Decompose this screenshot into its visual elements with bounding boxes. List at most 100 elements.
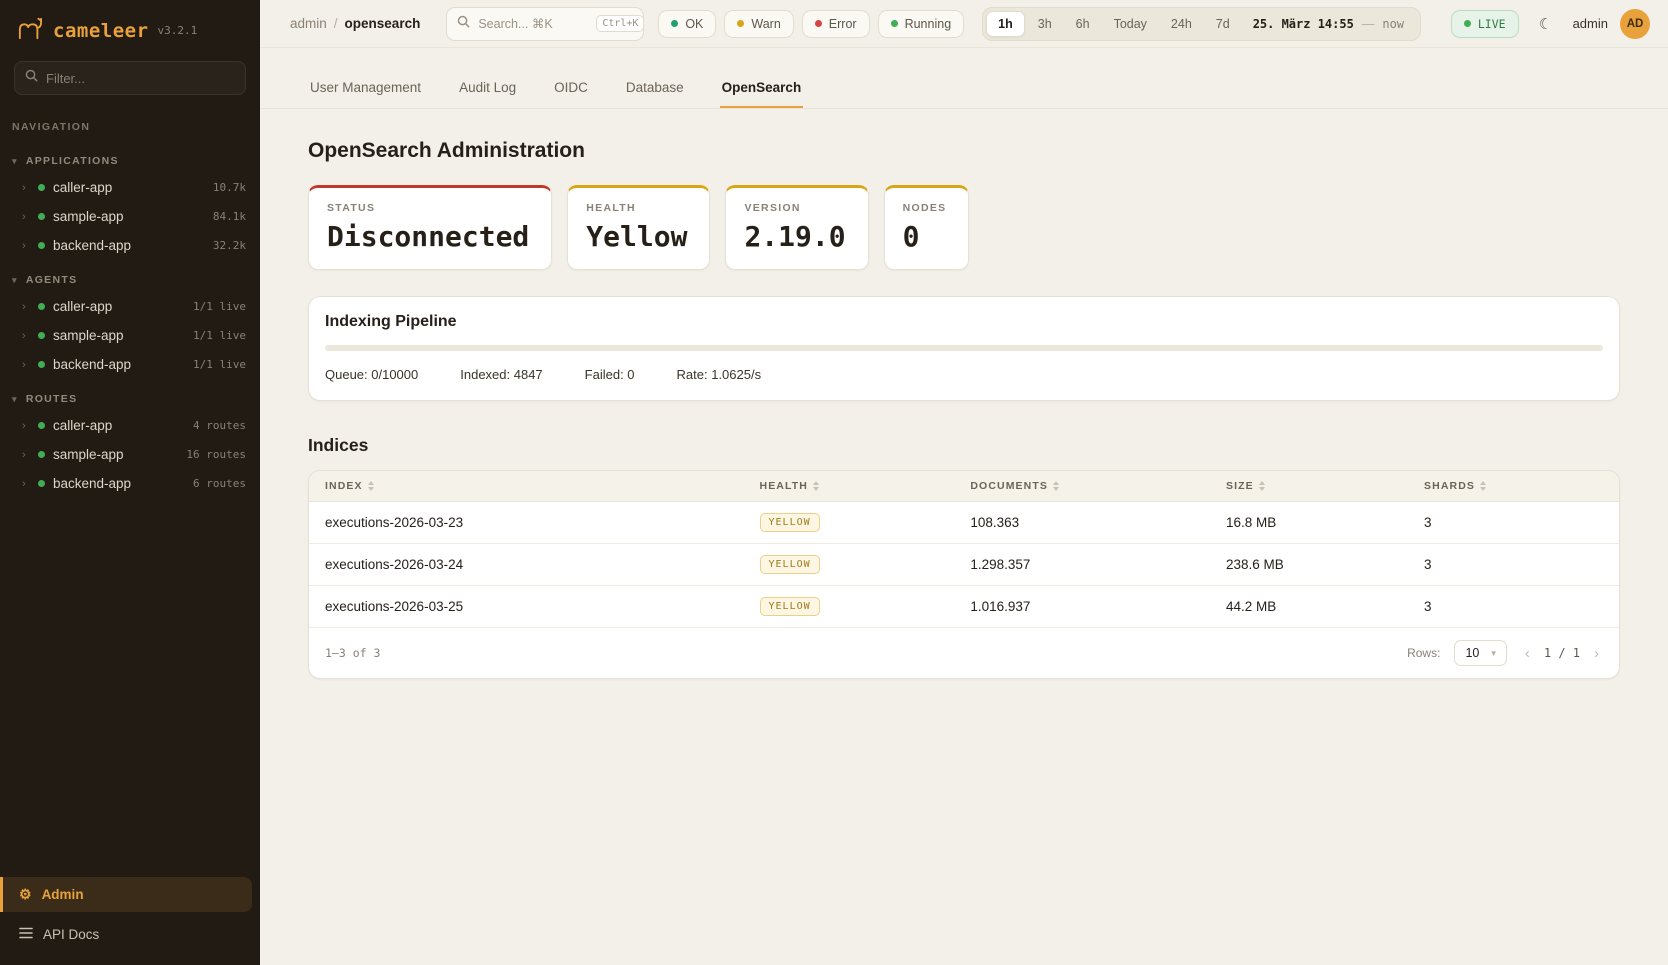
ok-dot-icon [671, 20, 678, 27]
cell-documents: 1.016.937 [970, 599, 1226, 614]
global-search-input[interactable] [478, 17, 588, 31]
breadcrumb-admin[interactable]: admin [290, 16, 327, 31]
sidebar-item-agents-caller-app[interactable]: › caller-app 1/1 live [0, 292, 260, 321]
health-badge: YELLOW [760, 555, 820, 574]
api-docs-label: API Docs [43, 927, 99, 942]
search-icon [457, 15, 470, 33]
sidebar-filter-input[interactable] [46, 71, 235, 86]
app-title: cameleer [53, 20, 149, 42]
column-header-size[interactable]: SIZE [1226, 480, 1424, 492]
section-label: ROUTES [26, 393, 78, 405]
main-column: admin / opensearch Ctrl+K OK [260, 0, 1668, 965]
stat-label: HEALTH [586, 202, 687, 214]
logo: cameleer v3.2.1 [0, 0, 260, 55]
filter-label: Error [829, 17, 857, 31]
navigation-label: NAVIGATION [0, 109, 260, 141]
tab-database[interactable]: Database [624, 74, 686, 108]
table-row: executions-2026-03-25 YELLOW 1.016.937 4… [309, 586, 1619, 628]
topbar-right: LIVE ☾ admin AD [1451, 9, 1650, 39]
topbar: admin / opensearch Ctrl+K OK [260, 0, 1668, 48]
cell-size: 16.8 MB [1226, 515, 1424, 530]
table-header: INDEX HEALTH DOCUMENTS SIZE [309, 471, 1619, 502]
time-range-today[interactable]: Today [1103, 12, 1158, 36]
breadcrumb-opensearch[interactable]: opensearch [345, 16, 421, 31]
filter-error[interactable]: Error [802, 10, 870, 38]
stat-value: 0 [903, 220, 947, 253]
time-range-7d[interactable]: 7d [1205, 12, 1241, 36]
sidebar-item-routes-sample-app[interactable]: › sample-app 16 routes [0, 440, 260, 469]
status-dot [38, 213, 45, 220]
chevron-down-icon: ▾ [12, 394, 18, 405]
routes-badge: 16 routes [186, 448, 246, 461]
filter-running[interactable]: Running [878, 10, 965, 38]
sidebar-item-routes-caller-app[interactable]: › caller-app 4 routes [0, 411, 260, 440]
next-page-button[interactable]: › [1590, 645, 1603, 662]
indices-table: INDEX HEALTH DOCUMENTS SIZE [308, 470, 1620, 679]
sidebar-item-label: sample-app [53, 209, 124, 224]
cell-documents: 1.298.357 [970, 557, 1226, 572]
tab-opensearch[interactable]: OpenSearch [720, 74, 804, 108]
stat-label: STATUS [327, 202, 529, 214]
breadcrumb-separator: / [334, 16, 338, 31]
tab-oidc[interactable]: OIDC [552, 74, 590, 108]
live-dot-icon [1464, 20, 1471, 27]
time-range-1h[interactable]: 1h [986, 11, 1025, 37]
filter-ok[interactable]: OK [658, 10, 716, 38]
rows-per-page-select[interactable]: 10 ▾ [1454, 640, 1506, 666]
routes-badge: 4 routes [193, 419, 246, 432]
sidebar-item-label: caller-app [53, 299, 112, 314]
datetime-picker[interactable]: 25. März 14:55 — now [1243, 17, 1414, 31]
cell-size: 44.2 MB [1226, 599, 1424, 614]
sidebar-item-applications-sample-app[interactable]: › sample-app 84.1k [0, 202, 260, 231]
theme-toggle[interactable]: ☾ [1531, 9, 1561, 39]
sort-icon [368, 481, 374, 491]
status-dot [38, 332, 45, 339]
status-dot [38, 184, 45, 191]
sidebar-item-agents-backend-app[interactable]: › backend-app 1/1 live [0, 350, 260, 379]
stat-card-nodes: NODES 0 [884, 185, 970, 270]
status-dot [38, 361, 45, 368]
moon-icon: ☾ [1539, 15, 1552, 33]
sidebar-item-routes-backend-app[interactable]: › backend-app 6 routes [0, 469, 260, 498]
column-header-shards[interactable]: SHARDS [1424, 480, 1603, 492]
page-title: OpenSearch Administration [260, 109, 1668, 163]
tab-audit-log[interactable]: Audit Log [457, 74, 518, 108]
sidebar-item-label: sample-app [53, 328, 124, 343]
list-icon [19, 927, 33, 942]
sidebar-item-applications-backend-app[interactable]: › backend-app 32.2k [0, 231, 260, 260]
section-label: APPLICATIONS [26, 155, 119, 167]
stat-label: NODES [903, 202, 947, 214]
column-header-index[interactable]: INDEX [325, 480, 760, 492]
section-header-routes[interactable]: ▾ ROUTES [0, 387, 260, 411]
cell-index: executions-2026-03-25 [325, 599, 760, 614]
prev-page-button[interactable]: ‹ [1521, 645, 1534, 662]
time-range-6h[interactable]: 6h [1065, 12, 1101, 36]
status-dot [38, 451, 45, 458]
sidebar-item-api-docs[interactable]: API Docs [0, 918, 260, 951]
global-search[interactable]: Ctrl+K [446, 7, 644, 41]
datetime-separator: — [1362, 17, 1375, 31]
chevron-right-icon: › [22, 182, 30, 194]
live-indicator[interactable]: LIVE [1451, 10, 1519, 38]
filter-warn[interactable]: Warn [724, 10, 793, 38]
column-header-documents[interactable]: DOCUMENTS [970, 480, 1226, 492]
status-filters: OK Warn Error Running [658, 10, 964, 38]
warn-dot-icon [737, 20, 744, 27]
sidebar-item-agents-sample-app[interactable]: › sample-app 1/1 live [0, 321, 260, 350]
avatar[interactable]: AD [1620, 9, 1650, 39]
pipeline-stats: Queue: 0/10000 Indexed: 4847 Failed: 0 R… [325, 367, 1603, 382]
sidebar-filter[interactable] [14, 61, 246, 95]
tab-user-management[interactable]: User Management [308, 74, 423, 108]
column-header-health[interactable]: HEALTH [760, 480, 971, 492]
sidebar-section-routes: ▾ ROUTES › caller-app 4 routes › sample-… [0, 387, 260, 498]
table-row: executions-2026-03-24 YELLOW 1.298.357 2… [309, 544, 1619, 586]
cameleer-logo-icon [16, 16, 44, 45]
sidebar-item-admin[interactable]: ⚙ Admin [0, 877, 252, 912]
section-header-applications[interactable]: ▾ APPLICATIONS [0, 149, 260, 173]
section-header-agents[interactable]: ▾ AGENTS [0, 268, 260, 292]
time-range-3h[interactable]: 3h [1027, 12, 1063, 36]
sidebar-item-applications-caller-app[interactable]: › caller-app 10.7k [0, 173, 260, 202]
stat-card-status: STATUS Disconnected [308, 185, 552, 270]
time-range-24h[interactable]: 24h [1160, 12, 1203, 36]
count-badge: 84.1k [213, 210, 246, 223]
